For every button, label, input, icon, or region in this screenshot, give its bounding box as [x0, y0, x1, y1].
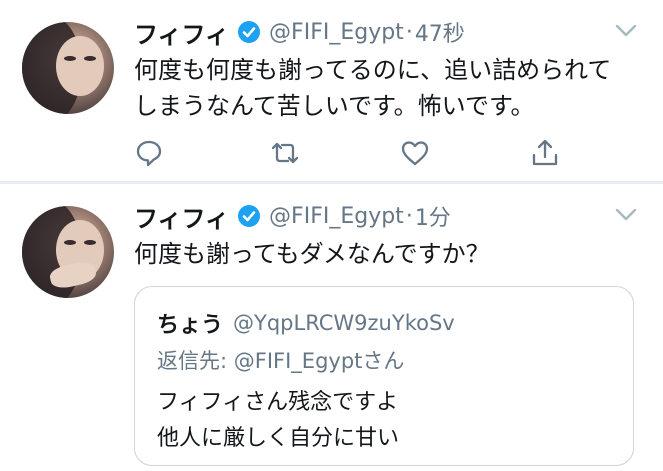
quote-text: フィフィさん残念ですよ 他人に厳しく自分に甘い [157, 385, 399, 457]
quote-author-handle: @YqpLRCW9zuYkoSv [233, 311, 455, 335]
reply-to-handle[interactable]: @FIFI_Egypt [234, 349, 363, 373]
tweet-text-line: しまうなんて苦しいです。怖いです。 [134, 92, 535, 120]
share-icon[interactable] [530, 138, 560, 168]
reply-suffix: さん [362, 349, 405, 373]
reply-icon[interactable] [134, 138, 164, 168]
verified-badge-icon [238, 21, 261, 43]
tweet-timestamp[interactable]: 47秒 [415, 16, 465, 48]
quote-text-line: 他人に厳しく自分に甘い [157, 426, 400, 451]
tweet-text: 何度も何度も謝ってるのに、追い詰められて しまうなんて苦しいです。怖いです。 [134, 52, 644, 124]
retweet-icon[interactable] [270, 138, 300, 168]
tweet[interactable]: フィフィ @FIFI_Egypt · 47秒 何度も何度も謝ってるのに、追い詰め… [0, 0, 663, 181]
quoted-tweet[interactable]: ちょう @YqpLRCW9zuYkoSv 返信先: @FIFI_Egyptさん … [134, 286, 634, 466]
author-name[interactable]: フィフィ [134, 15, 229, 50]
chevron-down-icon[interactable] [615, 208, 637, 222]
tweet-timestamp[interactable]: 1分 [415, 200, 451, 232]
tweet-text: 何度も謝ってもダメなんですか？ [134, 236, 644, 272]
avatar[interactable] [22, 22, 114, 114]
verified-badge-icon [238, 205, 261, 227]
quote-author-name: ちょう [157, 313, 224, 338]
tweet[interactable]: フィフィ @FIFI_Egypt · 1分 何度も謝ってもダメなんですか？ ちょ… [0, 184, 663, 471]
author-handle[interactable]: @FIFI_Egypt [269, 204, 404, 229]
quote-text-line: フィフィさん残念ですよ [157, 390, 399, 415]
tweet-text-line: 何度も謝ってもダメなんですか？ [134, 240, 490, 268]
author-handle[interactable]: @FIFI_Egypt [269, 20, 404, 45]
tweet-text-line: 何度も何度も謝ってるのに、追い詰められて [134, 56, 612, 84]
tweet-actions [134, 138, 574, 168]
reply-context: 返信先: @FIFI_Egyptさん [157, 345, 404, 375]
separator-dot: · [405, 203, 413, 229]
tweet-header: フィフィ @FIFI_Egypt · 1分 [134, 198, 451, 234]
reply-prefix: 返信先: [157, 349, 234, 373]
chevron-down-icon[interactable] [615, 24, 637, 38]
tweet-header: フィフィ @FIFI_Egypt · 47秒 [134, 14, 465, 50]
avatar[interactable] [22, 206, 114, 298]
like-icon[interactable] [400, 138, 430, 168]
separator-dot: · [405, 19, 413, 45]
quote-header: ちょう @YqpLRCW9zuYkoSv [157, 307, 455, 339]
author-name[interactable]: フィフィ [134, 199, 229, 234]
